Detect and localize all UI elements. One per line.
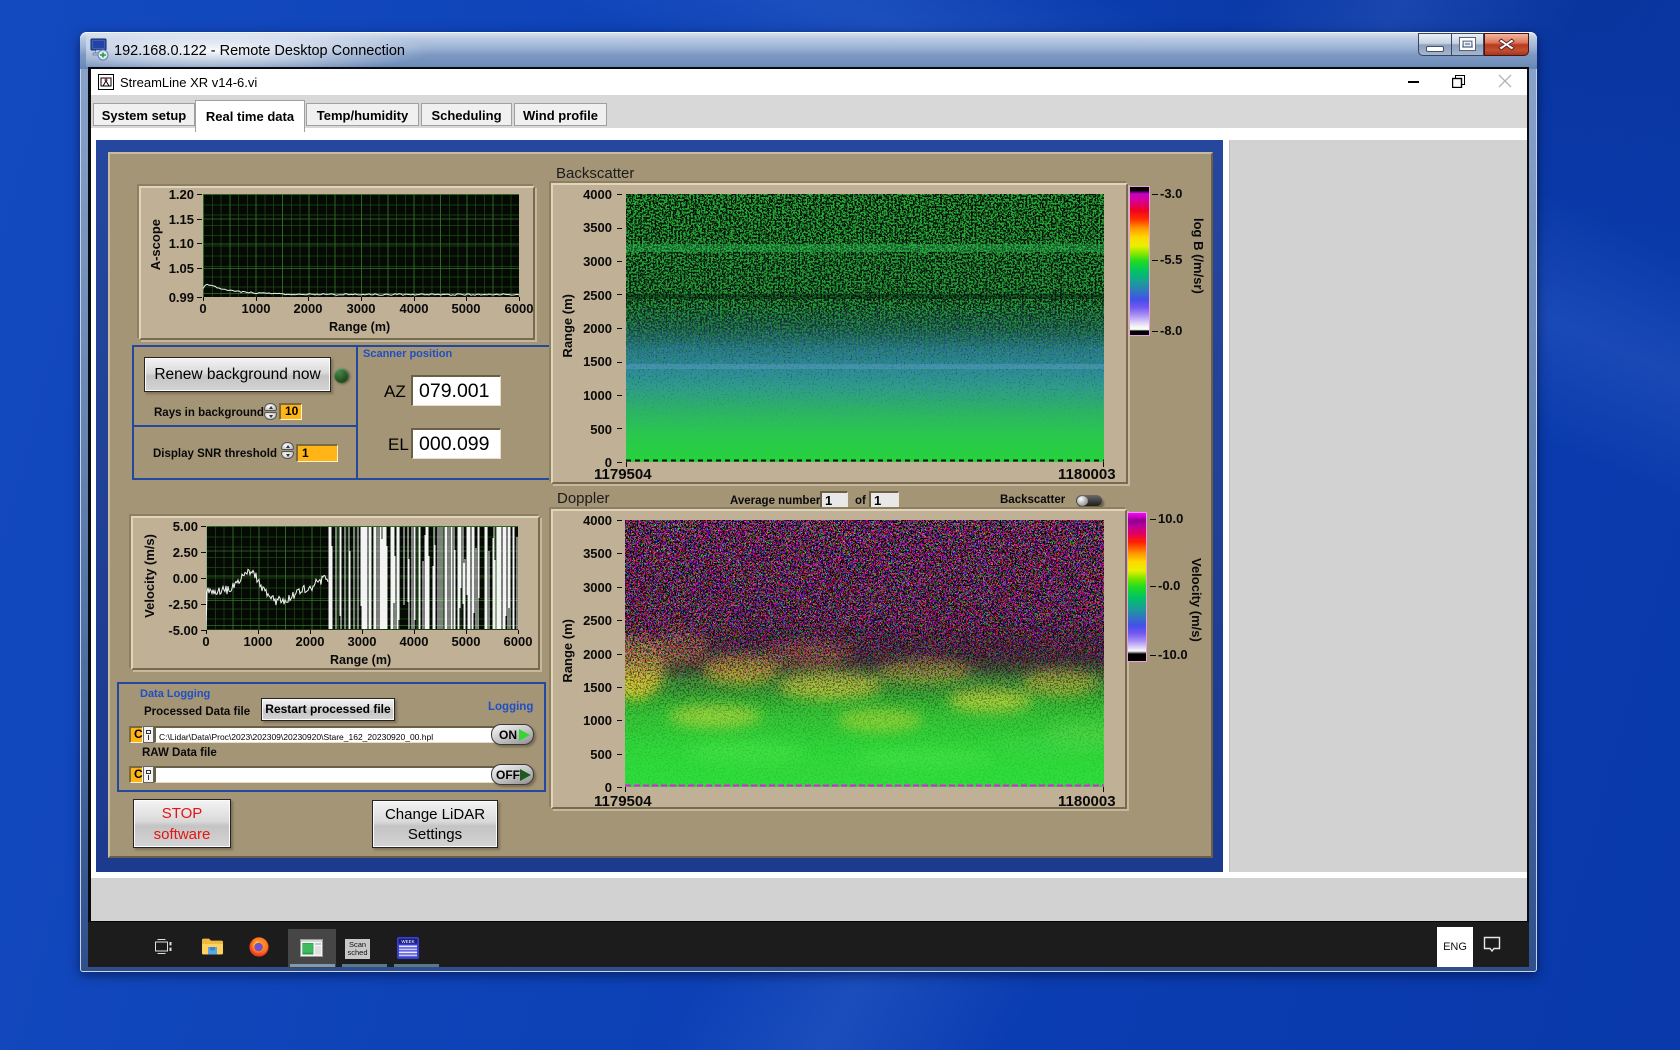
svg-text:WEEK: WEEK (401, 939, 414, 944)
